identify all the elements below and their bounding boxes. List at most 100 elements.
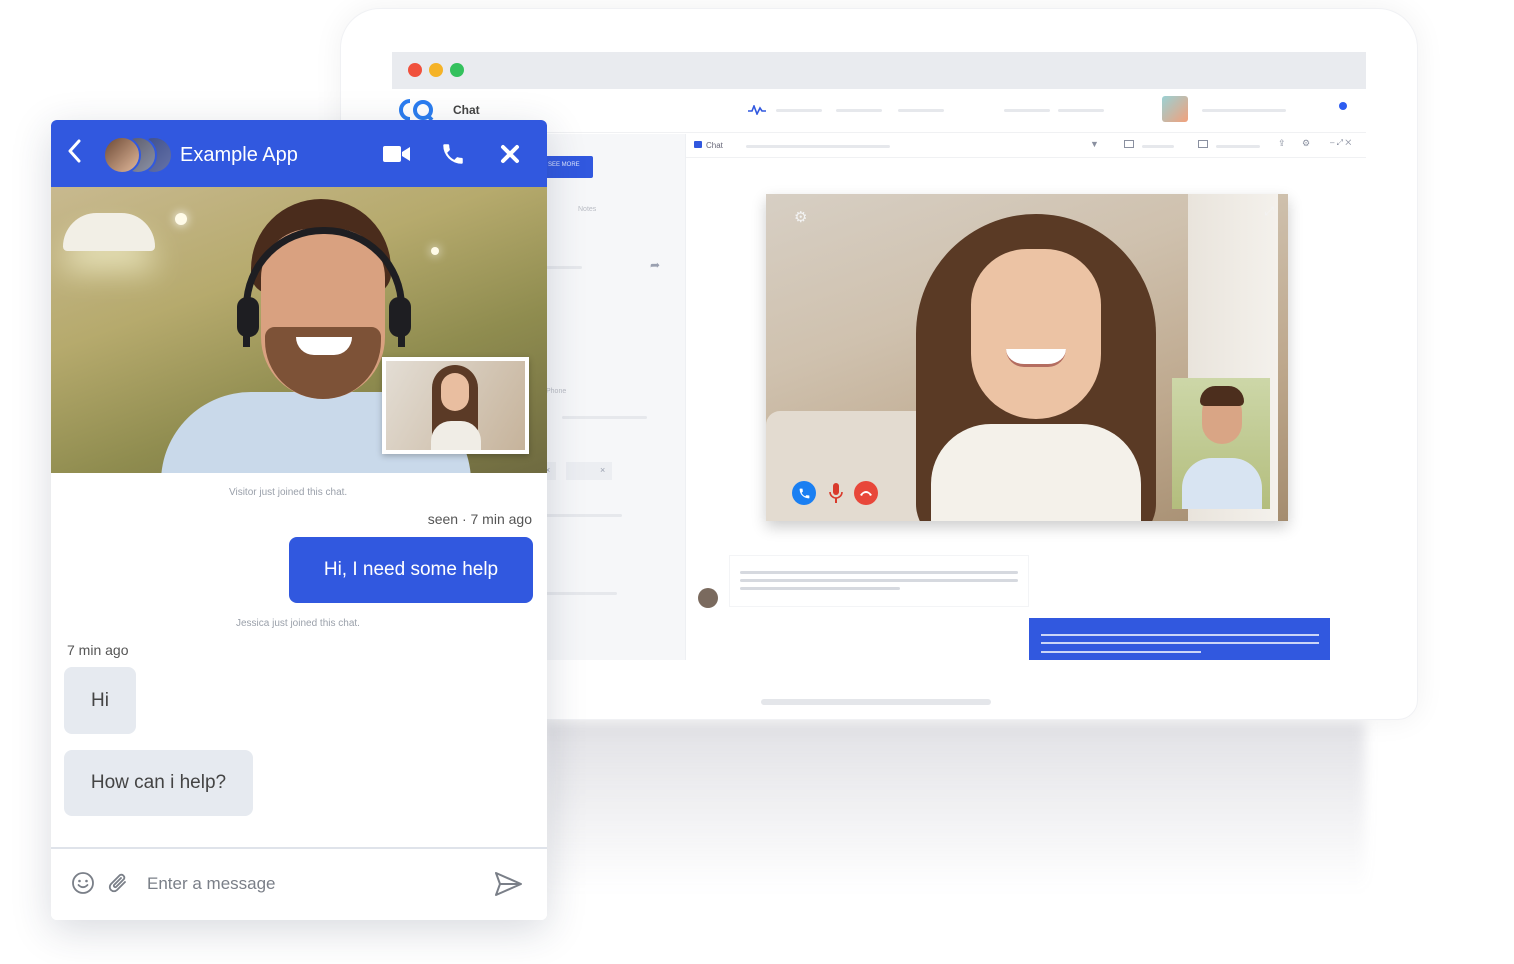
sidebar-placeholder (542, 266, 582, 269)
phone-icon (799, 488, 809, 498)
minimize-window-dot[interactable] (429, 63, 443, 77)
topbar-placeholder (836, 109, 882, 112)
message-timestamp: 7 min ago (67, 642, 129, 658)
close-icon (501, 145, 519, 163)
tabbar-placeholder (1142, 145, 1174, 148)
incoming-message-bubble: How can i help? (64, 750, 253, 816)
phone-icon (443, 144, 463, 164)
tag-chip[interactable]: × (566, 462, 612, 480)
hang-up-button[interactable] (854, 481, 878, 505)
online-status-dot (1339, 102, 1347, 110)
microphone-icon (829, 483, 843, 503)
emoji-icon[interactable] (71, 871, 95, 895)
device-shadow (545, 722, 1365, 892)
participant-avatars (103, 136, 173, 174)
call-button[interactable] (792, 481, 816, 505)
incoming-message-bubble: Hi (64, 667, 136, 734)
avatar (103, 136, 141, 174)
seen-status: seen · 7 min ago (427, 511, 532, 527)
topbar-placeholder (898, 109, 944, 112)
sidebar-placeholder (562, 416, 647, 419)
paperclip-icon[interactable] (107, 869, 131, 897)
video-background (63, 213, 155, 251)
video-camera-icon (383, 146, 410, 162)
caller-smile (1006, 349, 1066, 367)
topbar-placeholder (1058, 109, 1104, 112)
back-button[interactable] (67, 138, 81, 170)
mute-mic-button[interactable] (824, 481, 848, 505)
video-settings-icon[interactable]: ⚙ (794, 208, 807, 226)
tab-chat[interactable]: Chat (694, 141, 723, 150)
self-view-pip[interactable] (1172, 378, 1270, 509)
device-bottom-bar (761, 699, 991, 705)
chevron-left-icon (68, 139, 81, 163)
caller-shirt (931, 424, 1141, 521)
message-line (740, 587, 900, 590)
pip-hair (1200, 386, 1244, 406)
see-more-label: SEE MORE (548, 162, 580, 168)
message-input[interactable] (147, 871, 467, 897)
chat-title: Example App (180, 144, 298, 166)
agent-headset (237, 297, 259, 337)
close-button[interactable] (496, 140, 524, 168)
message-line (1041, 634, 1319, 636)
desktop-video-call: ⚙ ⤢ (766, 194, 1288, 521)
app-section-label: Chat (453, 103, 480, 117)
screen-icon[interactable] (1198, 140, 1208, 148)
pip-body (431, 421, 481, 450)
chat-header: Example App (51, 120, 547, 187)
screen-icon[interactable] (1124, 140, 1134, 148)
tabbar-placeholder (1216, 145, 1260, 148)
sidebar-placeholder (542, 514, 622, 517)
system-message: Jessica just joined this chat. (236, 618, 360, 629)
filter-icon[interactable]: ▼ (1090, 139, 1099, 149)
video-background (431, 247, 439, 255)
chat-icon (694, 141, 702, 148)
message-line (740, 571, 1018, 574)
message-line (1041, 642, 1319, 644)
expand-icon[interactable]: ⤢ (1264, 204, 1274, 219)
message-line (740, 579, 1018, 582)
topbar-placeholder (1202, 109, 1286, 112)
phone-label: Phone (546, 388, 567, 395)
pip-face (441, 373, 469, 411)
maximize-window-dot[interactable] (450, 63, 464, 77)
mobile-chat-widget: Example App Visitor just joined this cha… (51, 120, 547, 920)
system-message: Visitor just joined this chat. (229, 487, 348, 498)
outgoing-message-bubble: Hi, I need some help (289, 537, 533, 603)
pip-body (1182, 458, 1262, 509)
window-titlebar (392, 52, 1366, 89)
topbar-placeholder (776, 109, 822, 112)
see-more-button[interactable]: SEE MORE (542, 156, 593, 178)
message-line (1041, 651, 1201, 653)
caller-face (971, 249, 1101, 419)
chat-tabbar: Chat ▼ ⇪ ⚙ – ⤢ ✕ (686, 134, 1366, 158)
user-avatar[interactable] (1162, 96, 1188, 122)
hang-up-icon (860, 491, 872, 496)
notes-tab[interactable]: Notes (578, 206, 596, 213)
tabbar-placeholder (746, 145, 890, 148)
agent-headset (389, 297, 411, 337)
video-call-button[interactable] (383, 140, 411, 168)
settings-icon[interactable]: ⚙ (1302, 138, 1310, 149)
video-background (175, 213, 187, 225)
desktop-outgoing-message (1029, 618, 1330, 660)
share-icon[interactable]: ➦ (650, 258, 660, 272)
window-controls-icon[interactable]: – ⤢ ✕ (1330, 138, 1351, 148)
activity-icon (748, 105, 766, 115)
visitor-avatar (698, 588, 718, 608)
close-window-dot[interactable] (408, 63, 422, 77)
mobile-video-call (51, 187, 547, 473)
tab-chat-label: Chat (706, 141, 723, 150)
contact-sidebar: SEE MORE Notes ➦ Phone × × (542, 134, 685, 660)
app-logo-icon (399, 99, 434, 122)
chip-close-icon[interactable]: × (600, 465, 605, 475)
desktop-incoming-message (729, 555, 1029, 607)
message-composer (51, 847, 547, 920)
topbar-placeholder (1004, 109, 1050, 112)
self-view-pip[interactable] (382, 357, 529, 454)
voice-call-button[interactable] (439, 140, 467, 168)
sidebar-placeholder (542, 592, 617, 595)
send-icon[interactable] (493, 869, 523, 899)
transfer-icon[interactable]: ⇪ (1278, 138, 1286, 149)
